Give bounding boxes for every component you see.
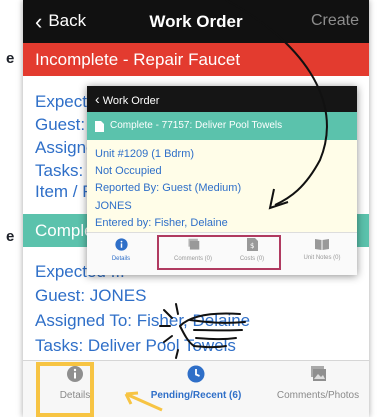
tap-hand-icon — [159, 303, 246, 359]
